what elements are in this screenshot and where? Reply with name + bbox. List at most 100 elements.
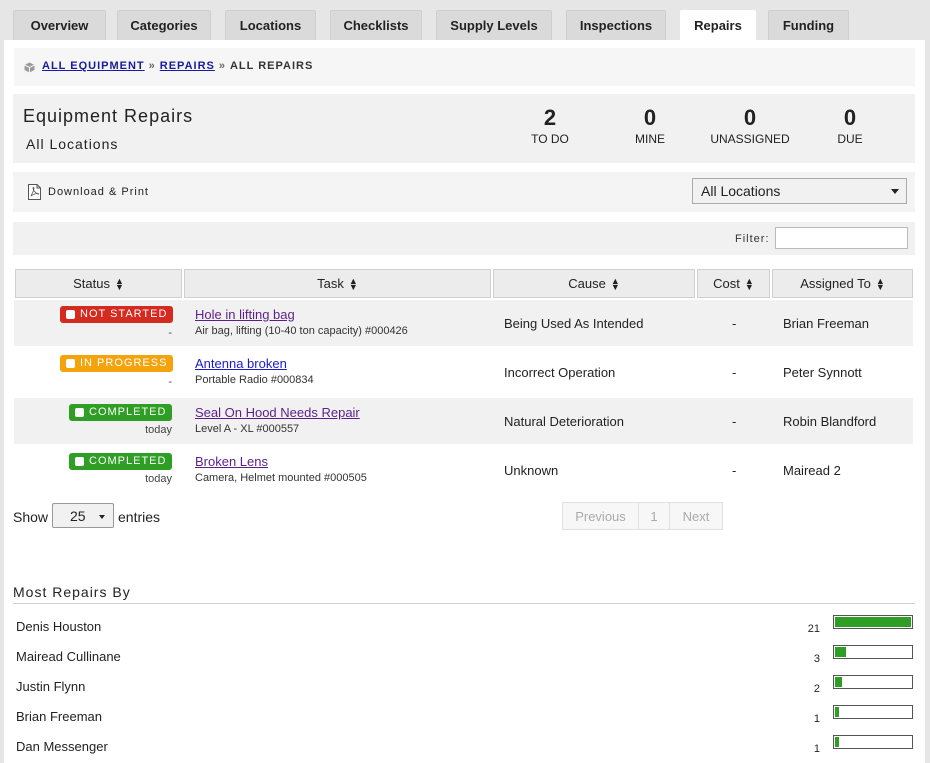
task-equipment: Portable Radio #000834	[195, 374, 314, 386]
checkbox-icon	[66, 310, 75, 319]
status-badge: COMPLETED	[69, 453, 173, 470]
breadcrumb: ALL EQUIPMENT» REPAIRS» ALL REPAIRS	[14, 48, 915, 86]
location-select[interactable]: All Locations	[692, 178, 907, 204]
breadcrumb-all-equipment[interactable]: ALL EQUIPMENT	[42, 60, 145, 72]
download-print-button[interactable]: Download & Print	[48, 186, 149, 198]
chevron-down-icon	[99, 515, 105, 519]
breadcrumb-separator: »	[148, 60, 156, 72]
tab-supply-levels[interactable]: Supply Levels	[436, 10, 552, 40]
stat-label: MINE	[635, 132, 665, 146]
tab-funding[interactable]: Funding	[768, 10, 849, 40]
checkbox-icon	[66, 359, 75, 368]
stat-unassigned[interactable]: 0 UNASSIGNED	[700, 104, 800, 146]
show-label: Show	[13, 509, 49, 525]
sort-icon: ▲ ▼	[610, 275, 620, 292]
breadcrumb-repairs[interactable]: REPAIRS	[160, 60, 215, 72]
filter-input[interactable]	[775, 227, 908, 249]
previous-page-button[interactable]: Previous	[562, 502, 639, 530]
cost-cell: -	[732, 414, 737, 429]
entries-per-page-value: 25	[70, 508, 86, 524]
stat-mine[interactable]: 0 MINE	[600, 104, 700, 146]
cause-cell: Incorrect Operation	[504, 365, 616, 380]
column-header-status[interactable]: Status ▲ ▼	[15, 269, 182, 298]
task-equipment: Camera, Helmet mounted #000505	[195, 472, 367, 484]
sort-icon: ▲ ▼	[348, 275, 358, 292]
repair-count: 3	[813, 653, 820, 665]
status-note: today	[145, 424, 172, 436]
repair-count-bar	[833, 645, 913, 659]
column-header-label: Assigned To	[800, 276, 871, 291]
column-header-label: Cause	[568, 276, 606, 291]
task-link[interactable]: Broken Lens	[195, 454, 268, 469]
column-header-cause[interactable]: Cause ▲ ▼	[493, 269, 695, 298]
repairer-name: Justin Flynn	[16, 679, 86, 694]
stat-value: 2	[543, 105, 557, 130]
summary-panel: Equipment Repairs All Locations 2 TO DO …	[13, 94, 915, 163]
page-number-button[interactable]: 1	[638, 502, 670, 530]
status-badge: IN PROGRESS	[60, 355, 174, 372]
box-icon	[24, 62, 35, 73]
column-header-task[interactable]: Task ▲ ▼	[184, 269, 491, 298]
cause-cell: Being Used As Intended	[504, 316, 644, 331]
table-row: COMPLETED today Seal On Hood Needs Repai…	[14, 398, 913, 444]
assigned-cell: Robin Blandford	[783, 414, 877, 429]
checkbox-icon	[75, 408, 84, 417]
repair-count-bar-fill	[835, 707, 839, 717]
status-badge: NOT STARTED	[60, 306, 174, 323]
repair-count: 1	[813, 743, 820, 755]
breadcrumb-current: ALL REPAIRS	[229, 60, 314, 72]
tab-inspections[interactable]: Inspections	[566, 10, 666, 40]
task-link[interactable]: Hole in lifting bag	[195, 307, 295, 322]
column-header-label: Status	[73, 276, 110, 291]
stat-label: DUE	[837, 132, 863, 146]
assigned-cell: Mairead 2	[783, 463, 841, 478]
repair-count: 21	[807, 623, 820, 635]
repairs-page: ALL EQUIPMENT» REPAIRS» ALL REPAIRS Equipm…	[4, 40, 925, 763]
entries-per-page-select[interactable]: 25	[52, 503, 114, 528]
status-note: -	[168, 327, 172, 339]
column-header-assigned-to[interactable]: Assigned To ▲ ▼	[772, 269, 913, 298]
task-equipment: Level A - XL #000557	[195, 423, 300, 435]
tab-checklists[interactable]: Checklists	[330, 10, 422, 40]
breadcrumb-trail: ALL EQUIPMENT» REPAIRS» ALL REPAIRS	[42, 60, 313, 72]
repairer-name: Mairead Cullinane	[16, 649, 121, 664]
task-link[interactable]: Seal On Hood Needs Repair	[195, 405, 360, 420]
tab-locations[interactable]: Locations	[225, 10, 316, 40]
repair-count-bar	[833, 705, 913, 719]
tab-bar: Overview Categories Locations Checklists…	[0, 0, 930, 40]
tab-overview[interactable]: Overview	[13, 10, 106, 40]
assigned-cell: Peter Synnott	[783, 365, 862, 380]
status-note: -	[168, 376, 172, 388]
status-label: IN PROGRESS	[80, 357, 168, 369]
sort-icon: ▲ ▼	[114, 275, 124, 292]
pdf-icon[interactable]	[28, 184, 41, 200]
stat-value: 0	[643, 105, 657, 130]
stat-value: 0	[843, 105, 857, 130]
task-link[interactable]: Antenna broken	[195, 356, 287, 371]
stat-due[interactable]: 0 DUE	[800, 104, 900, 146]
tab-repairs[interactable]: Repairs	[680, 10, 756, 40]
tab-categories[interactable]: Categories	[117, 10, 211, 40]
page-title: Equipment Repairs	[23, 106, 194, 126]
stat-label: TO DO	[531, 132, 569, 146]
filter-bar: Filter:	[13, 222, 915, 255]
cause-cell: Unknown	[504, 463, 559, 478]
stat-to-do[interactable]: 2 TO DO	[500, 104, 600, 146]
cause-cell: Natural Deterioration	[504, 414, 624, 429]
page-subtitle: All Locations	[26, 136, 119, 152]
repair-count-bar-fill	[835, 737, 839, 747]
assigned-cell: Brian Freeman	[783, 316, 869, 331]
checkbox-icon	[75, 457, 84, 466]
status-label: COMPLETED	[89, 455, 167, 467]
repair-count-bar	[833, 735, 913, 749]
toolbar: Download & Print All Locations	[13, 172, 915, 212]
filter-label: Filter:	[735, 233, 770, 245]
repair-count-bar-fill	[835, 677, 842, 687]
table-row: COMPLETED today Broken Lens Camera, Helm…	[14, 447, 913, 493]
next-page-button[interactable]: Next	[669, 502, 723, 530]
cost-cell: -	[732, 463, 737, 478]
table-row: IN PROGRESS - Antenna broken Portable Ra…	[14, 349, 913, 395]
sort-icon: ▲ ▼	[744, 275, 754, 292]
divider	[13, 603, 915, 604]
column-header-cost[interactable]: Cost ▲ ▼	[697, 269, 770, 298]
